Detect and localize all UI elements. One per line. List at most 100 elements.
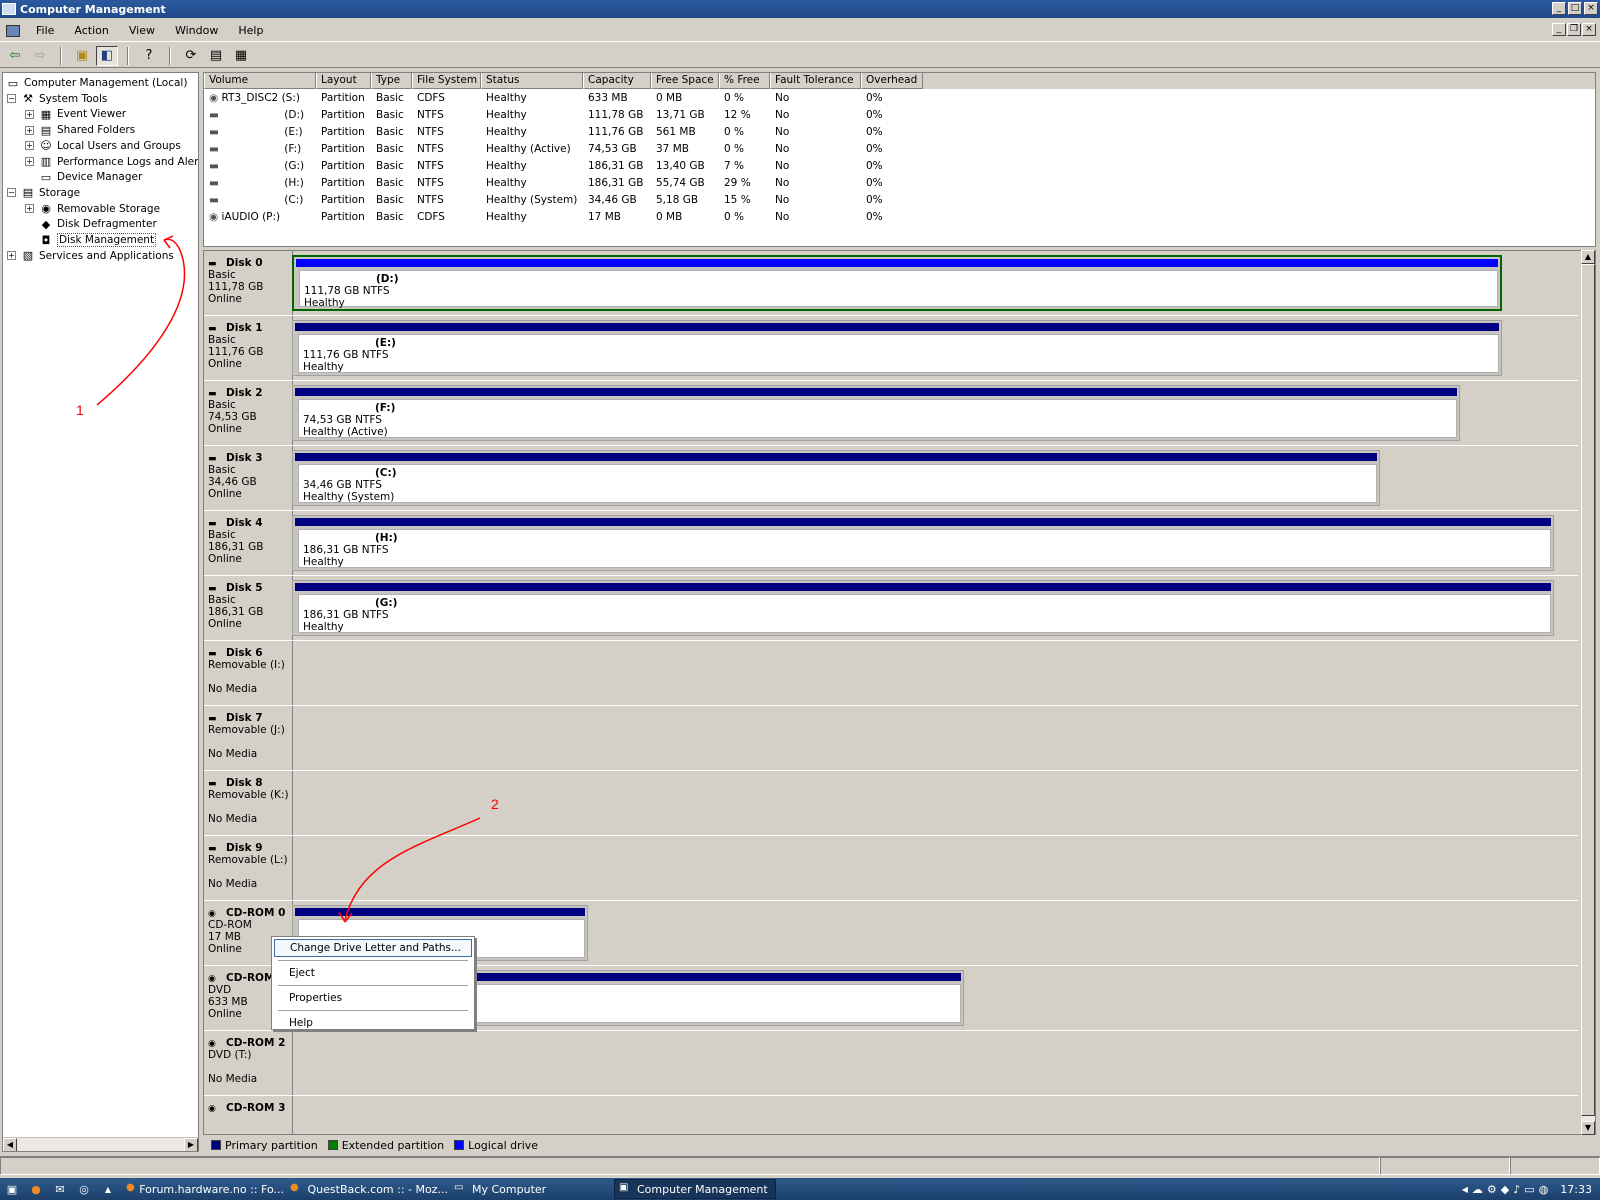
- task-computer-management[interactable]: ▣ Computer Management: [614, 1179, 776, 1199]
- tree-item-10[interactable]: ◘ Disk Management: [25, 232, 157, 248]
- menu-file[interactable]: File: [26, 24, 64, 37]
- disk-info[interactable]: ▬ Disk 7 Removable (J:) No Media: [208, 712, 292, 760]
- task-my-computer[interactable]: ▭ My Computer: [450, 1179, 612, 1199]
- partition-block[interactable]: (D:) 111,78 GB NTFS Healthy: [292, 255, 1502, 311]
- disk-info[interactable]: ◉ CD-ROM 2 DVD (T:) No Media: [208, 1037, 292, 1085]
- partition-block[interactable]: (G:) 186,31 GB NTFS Healthy: [292, 580, 1554, 636]
- column-header[interactable]: Capacity: [583, 73, 651, 89]
- disk-info[interactable]: ▬ Disk 3 Basic 34,46 GB Online: [208, 452, 292, 500]
- volume-row[interactable]: ▬ (F:) Partition Basic NTFS Healthy (Active)…: [204, 140, 1595, 157]
- scroll-left-icon[interactable]: ◀: [3, 1137, 17, 1151]
- column-header[interactable]: Status: [481, 73, 583, 89]
- disk-row[interactable]: ▬ Disk 3 Basic 34,46 GB Online (C:) 34,46 GB N…: [204, 446, 1578, 511]
- disk-info[interactable]: ▬ Disk 6 Removable (I:) No Media: [208, 647, 292, 695]
- scroll-down-icon[interactable]: ▼: [1581, 1121, 1595, 1135]
- export-list-icon[interactable]: ▦: [230, 46, 252, 66]
- properties-menu-item[interactable]: Properties: [272, 989, 474, 1007]
- steam-icon[interactable]: ⚙: [1487, 1183, 1497, 1196]
- disk-row[interactable]: ▬ Disk 0 Basic 111,78 GB Online (D:) 111,78 GB…: [204, 251, 1578, 316]
- disk-row[interactable]: ▬ Disk 9 Removable (L:) No Media: [204, 836, 1578, 901]
- disk-info[interactable]: ◉ CD-ROM 3: [208, 1102, 292, 1126]
- volume-list[interactable]: Volume Layout Type File System Status Capacit…: [203, 72, 1596, 247]
- column-header[interactable]: Fault Tolerance: [770, 73, 861, 89]
- child-minimize-button[interactable]: _: [1552, 23, 1566, 36]
- disk-row[interactable]: ▬ Disk 5 Basic 186,31 GB Online (G:) 186,31 GB…: [204, 576, 1578, 641]
- column-header[interactable]: % Free: [719, 73, 770, 89]
- maximize-button[interactable]: □: [1568, 2, 1582, 15]
- disk-info[interactable]: ▬ Disk 1 Basic 111,76 GB Online: [208, 322, 292, 370]
- tree-item-8[interactable]: + ◉ Removable Storage: [25, 201, 160, 217]
- tree-item-7[interactable]: − ▤ Storage: [7, 185, 80, 201]
- connection-icon[interactable]: ◍: [1539, 1183, 1549, 1196]
- show-hide-tree-icon[interactable]: ◧: [96, 45, 118, 66]
- disk-info[interactable]: ▬ Disk 2 Basic 74,53 GB Online: [208, 387, 292, 435]
- up-folder-icon[interactable]: ▣: [71, 46, 93, 66]
- tray-expand-icon[interactable]: ◀: [1462, 1185, 1468, 1194]
- scroll-up-icon[interactable]: ▲: [1581, 250, 1595, 264]
- disk-row[interactable]: ▬ Disk 7 Removable (J:) No Media: [204, 706, 1578, 771]
- firefox-quicklaunch-icon[interactable]: ●: [27, 1181, 45, 1197]
- disk-row[interactable]: ◉ CD-ROM 3: [204, 1096, 1578, 1134]
- partition-block[interactable]: (F:) 74,53 GB NTFS Healthy (Active): [292, 385, 1460, 441]
- tree-expander-icon[interactable]: −: [7, 188, 16, 198]
- monitor-icon[interactable]: ▭: [1524, 1183, 1534, 1196]
- menu-window[interactable]: Window: [165, 24, 228, 37]
- menu-view[interactable]: View: [119, 24, 165, 37]
- scroll-right-icon[interactable]: ▶: [184, 1137, 198, 1151]
- forward-arrow-icon[interactable]: ⇨: [29, 46, 51, 66]
- disk-row[interactable]: ▬ Disk 4 Basic 186,31 GB Online (H:) 186,31 GB…: [204, 511, 1578, 576]
- volume-row[interactable]: ◉ iAUDIO (P:) Partition Basic CDFS Healthy 17…: [204, 208, 1595, 225]
- column-header[interactable]: Volume: [204, 73, 316, 89]
- volume-row[interactable]: ▬ (H:) Partition Basic NTFS Healthy 186,31 GB…: [204, 174, 1595, 191]
- tree-item-0[interactable]: ▭ Computer Management (Local): [5, 75, 188, 91]
- child-close-button[interactable]: ×: [1582, 23, 1596, 36]
- volume-row[interactable]: ▬ (D:) Partition Basic NTFS Healthy 111,78 GB…: [204, 106, 1595, 123]
- task-questback[interactable]: ● QuestBack.com :: - Moz...: [286, 1179, 448, 1199]
- tree-expander-icon[interactable]: +: [25, 157, 34, 166]
- browser-quicklaunch-icon[interactable]: ◎: [75, 1181, 93, 1197]
- tree-expander-icon[interactable]: +: [25, 141, 34, 151]
- tree-item-2[interactable]: + ▦ Event Viewer: [25, 106, 126, 122]
- disk-row[interactable]: ◉ CD-ROM 2 DVD (T:) No Media: [204, 1031, 1578, 1096]
- email-quicklaunch-icon[interactable]: ✉: [51, 1181, 69, 1197]
- volume-row[interactable]: ▬ (G:) Partition Basic NTFS Healthy 186,31 GB…: [204, 157, 1595, 174]
- partition-block[interactable]: (H:) 186,31 GB NTFS Healthy: [292, 515, 1554, 571]
- eject-menu-item[interactable]: Eject: [272, 964, 474, 982]
- partition-block[interactable]: (C:) 34,46 GB NTFS Healthy (System): [292, 450, 1380, 506]
- tree-horizontal-scrollbar[interactable]: ◀ ▶: [3, 1137, 198, 1151]
- console-tree[interactable]: ▭ Computer Management (Local) − ⚒ System Too…: [2, 72, 199, 1152]
- column-header[interactable]: File System: [412, 73, 481, 89]
- document-icon[interactable]: [6, 24, 20, 37]
- minimize-button[interactable]: _: [1552, 2, 1566, 15]
- volume-row[interactable]: ▬ (C:) Partition Basic NTFS Healthy (System)…: [204, 191, 1595, 208]
- disk-info[interactable]: ▬ Disk 8 Removable (K:) No Media: [208, 777, 292, 825]
- column-header[interactable]: Overhead: [861, 73, 923, 89]
- tree-item-6[interactable]: ▭ Device Manager: [25, 169, 142, 185]
- task-forum-hardware[interactable]: ● Forum.hardware.no :: Fo...: [122, 1179, 284, 1199]
- help-menu-item[interactable]: Help: [272, 1014, 474, 1032]
- menu-help[interactable]: Help: [228, 24, 273, 37]
- disk-info[interactable]: ▬ Disk 0 Basic 111,78 GB Online: [208, 257, 292, 305]
- partition-block[interactable]: (E:) 111,76 GB NTFS Healthy: [292, 320, 1502, 376]
- child-restore-button[interactable]: ❐: [1567, 23, 1581, 36]
- volume-row[interactable]: ▬ (E:) Partition Basic NTFS Healthy 111,76 GB…: [204, 123, 1595, 140]
- tree-item-1[interactable]: − ⚒ System Tools: [7, 91, 107, 107]
- sound-icon[interactable]: ♪: [1513, 1183, 1520, 1196]
- change-drive-letter-menu-item[interactable]: Change Drive Letter and Paths...: [274, 939, 472, 957]
- tree-expander-icon[interactable]: +: [25, 109, 34, 119]
- quicklaunch-expand-icon[interactable]: ▲: [99, 1181, 117, 1197]
- tree-expander-icon[interactable]: +: [25, 204, 34, 214]
- tree-item-9[interactable]: ◆ Disk Defragmenter: [25, 216, 157, 232]
- tree-expander-icon[interactable]: −: [7, 94, 16, 104]
- properties-icon[interactable]: ▤: [205, 46, 227, 66]
- network-icon[interactable]: ☁: [1472, 1183, 1483, 1196]
- disk-row[interactable]: ▬ Disk 2 Basic 74,53 GB Online (F:) 74,53 GB N…: [204, 381, 1578, 446]
- column-header[interactable]: Type: [371, 73, 412, 89]
- menu-action[interactable]: Action: [64, 24, 118, 37]
- refresh-icon[interactable]: ⟳: [180, 46, 202, 66]
- disk-row[interactable]: ▬ Disk 6 Removable (I:) No Media: [204, 641, 1578, 706]
- scroll-thumb[interactable]: [1581, 264, 1595, 1116]
- back-arrow-icon[interactable]: ⇦: [4, 46, 26, 66]
- disk-row[interactable]: ▬ Disk 8 Removable (K:) No Media: [204, 771, 1578, 836]
- antivirus-icon[interactable]: ◆: [1501, 1183, 1509, 1196]
